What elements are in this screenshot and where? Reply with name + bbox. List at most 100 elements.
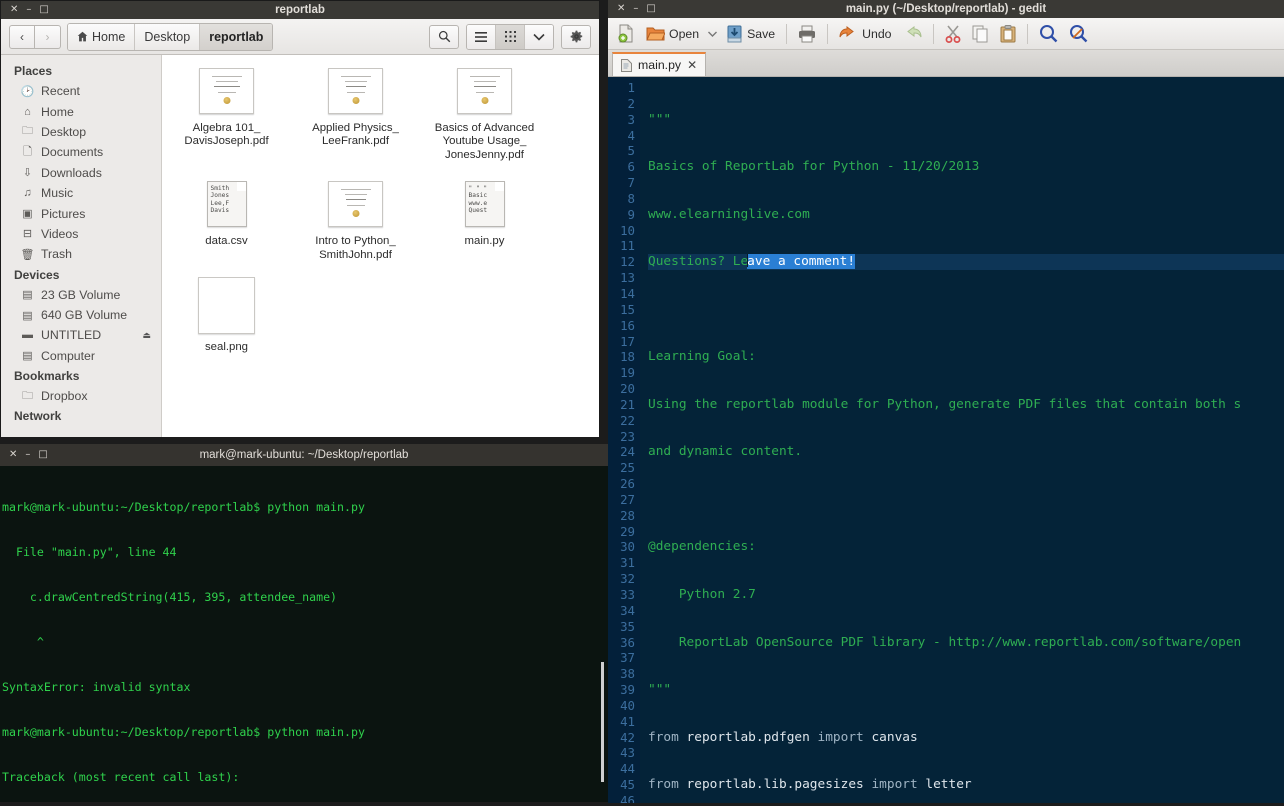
sidebar-item-label: Pictures <box>41 206 86 221</box>
close-icon[interactable]: ✕ <box>9 450 17 460</box>
minimize-icon[interactable]: – <box>26 5 31 15</box>
find-button[interactable] <box>1035 22 1062 45</box>
code-line: Basics of ReportLab for Python - 11/20/2… <box>648 159 980 175</box>
file-item-algebra-101[interactable]: Algebra 101_ DavisJoseph.pdf <box>162 55 291 162</box>
terminal-line: Traceback (most recent call last): <box>2 770 240 784</box>
tab-main-py[interactable]: main.py ✕ <box>612 52 707 76</box>
home-icon <box>77 31 88 42</box>
toolbar-separator <box>786 23 788 44</box>
redo-button[interactable] <box>899 24 926 44</box>
maximize-icon[interactable]: □ <box>38 450 47 460</box>
sidebar-item-dropbox[interactable]: 🗀 Dropbox <box>1 386 161 406</box>
file-item-basics-youtube[interactable]: Basics of Advanced Youtube Usage_ JonesJen… <box>420 55 549 162</box>
search-button[interactable] <box>429 24 459 49</box>
file-item-intro-to-python[interactable]: Intro to Python_ SmithJohn.pdf <box>291 168 420 262</box>
sidebar-item-computer[interactable]: ▤ Computer <box>1 346 161 366</box>
open-button[interactable]: Open <box>642 23 703 44</box>
sidebar-item-640gb-volume[interactable]: ▤ 640 GB Volume <box>1 305 161 325</box>
home-icon: ⌂ <box>24 105 31 118</box>
code-selection: ave a comment! <box>747 254 856 270</box>
breadcrumb-reportlab[interactable]: reportlab <box>200 23 273 50</box>
line-number: 14 <box>620 285 635 301</box>
sidebar-item-pictures[interactable]: ▣ Pictures <box>1 203 161 223</box>
copy-button[interactable] <box>968 23 993 45</box>
maximize-icon[interactable]: □ <box>646 4 655 14</box>
line-number: 28 <box>620 507 635 523</box>
line-number: 18 <box>620 349 635 365</box>
line-number: 30 <box>620 539 635 555</box>
print-button[interactable] <box>794 23 820 45</box>
back-button[interactable]: ‹ <box>9 24 35 49</box>
places-sidebar[interactable]: Places 🕑 Recent ⌂ Home 🗀 Desktop 🗋 Documents… <box>1 55 162 437</box>
line-number: 16 <box>620 317 635 333</box>
line-number: 44 <box>620 761 635 777</box>
line-number: 5 <box>627 143 635 159</box>
terminal-line: ^ <box>2 635 44 649</box>
file-manager-window[interactable]: ✕ – □ reportlab ‹ › Home Desktop reportl… <box>0 0 600 437</box>
file-item-main-py[interactable]: " " " Basic www.e Quest main.py <box>420 168 549 262</box>
minimize-icon[interactable]: – <box>633 4 638 14</box>
terminal-window[interactable]: ✕ – □ mark@mark-ubuntu: ~/Desktop/report… <box>0 444 608 802</box>
sidebar-item-23gb-volume[interactable]: ▤ 23 GB Volume <box>1 285 161 305</box>
terminal-line: File "main.py", line 44 <box>2 545 177 559</box>
file-item-seal-png[interactable]: seal.png <box>162 268 291 354</box>
file-item-label: Basics of Advanced Youtube Usage_ JonesJen… <box>434 122 535 161</box>
save-button-label: Save <box>747 26 776 41</box>
music-icon: ♫ <box>23 187 32 200</box>
line-number: 27 <box>620 491 635 507</box>
line-number: 35 <box>620 618 635 634</box>
sidebar-item-videos[interactable]: ⊟ Videos <box>1 224 161 244</box>
find-replace-button[interactable] <box>1065 22 1092 45</box>
find-icon <box>1039 25 1057 43</box>
sidebar-item-untitled[interactable]: ▬ UNTITLED ⏏ <box>1 325 161 345</box>
grid-view-button[interactable] <box>496 24 525 49</box>
new-document-button[interactable] <box>614 22 639 45</box>
settings-button[interactable] <box>561 24 591 49</box>
close-icon[interactable]: ✕ <box>687 58 697 72</box>
close-icon[interactable]: ✕ <box>10 5 18 15</box>
breadcrumb-home[interactable]: Home <box>68 23 136 50</box>
eject-icon[interactable]: ⏏ <box>142 330 151 341</box>
sidebar-item-label: Computer <box>41 348 95 363</box>
close-icon[interactable]: ✕ <box>617 4 625 14</box>
list-view-button[interactable] <box>467 24 496 49</box>
sidebar-item-desktop[interactable]: 🗀 Desktop <box>1 122 161 142</box>
file-item-applied-physics[interactable]: Applied Physics_ LeeFrank.pdf <box>291 55 420 162</box>
gedit-window[interactable]: ✕ – □ main.py (~/Desktop/reportlab) - ge… <box>608 0 1284 803</box>
view-options-button[interactable] <box>525 24 553 49</box>
maximize-icon[interactable]: □ <box>39 5 48 15</box>
terminal-output[interactable]: mark@mark-ubuntu:~/Desktop/reportlab$ py… <box>0 466 608 806</box>
breadcrumb-desktop[interactable]: Desktop <box>135 23 201 50</box>
file-item-data-csv[interactable]: Smith Jones Lee,F Davis data.csv <box>162 168 291 262</box>
line-number: 37 <box>620 650 635 666</box>
sidebar-item-recent[interactable]: 🕑 Recent <box>1 81 161 101</box>
paste-button[interactable] <box>996 23 1020 45</box>
sidebar-item-downloads[interactable]: ⇩ Downloads <box>1 163 161 183</box>
minimize-icon[interactable]: – <box>25 450 30 460</box>
code-editor[interactable]: 1 2 3 4 5 6 7 8 9 10 11 12 13 14 15 16 17 18 19 20 21 22 23 24 2… <box>608 77 1284 803</box>
sidebar-item-trash[interactable]: 🗑 Trash <box>1 244 161 264</box>
cut-button[interactable] <box>941 23 965 45</box>
file-grid[interactable]: Algebra 101_ DavisJoseph.pdf Applied Phys… <box>162 55 599 437</box>
sidebar-item-home[interactable]: ⌂ Home <box>1 101 161 121</box>
save-button[interactable]: Save <box>722 23 779 45</box>
line-number: 21 <box>620 396 635 412</box>
line-number: 42 <box>620 729 635 745</box>
grid-view-icon <box>504 31 516 42</box>
file-manager-title: reportlab <box>275 4 325 16</box>
terminal-scrollbar[interactable] <box>601 662 604 782</box>
sidebar-item-label: Home <box>41 104 74 119</box>
clock-icon: 🕑 <box>20 85 35 98</box>
sidebar-item-label: UNTITLED <box>41 328 102 343</box>
sidebar-item-music[interactable]: ♫ Music <box>1 183 161 203</box>
undo-button[interactable]: Undo <box>835 24 895 44</box>
list-view-icon <box>475 31 487 42</box>
sidebar-item-documents[interactable]: 🗋 Documents <box>1 142 161 162</box>
forward-button[interactable]: › <box>35 24 61 49</box>
drive-icon: ▤ <box>22 289 33 302</box>
code-text-area[interactable]: """ Basics of ReportLab for Python - 11/… <box>640 77 1284 803</box>
gedit-title: main.py (~/Desktop/reportlab) - gedit <box>845 3 1047 15</box>
open-dropdown-button[interactable] <box>706 29 719 39</box>
search-icon <box>438 30 450 43</box>
